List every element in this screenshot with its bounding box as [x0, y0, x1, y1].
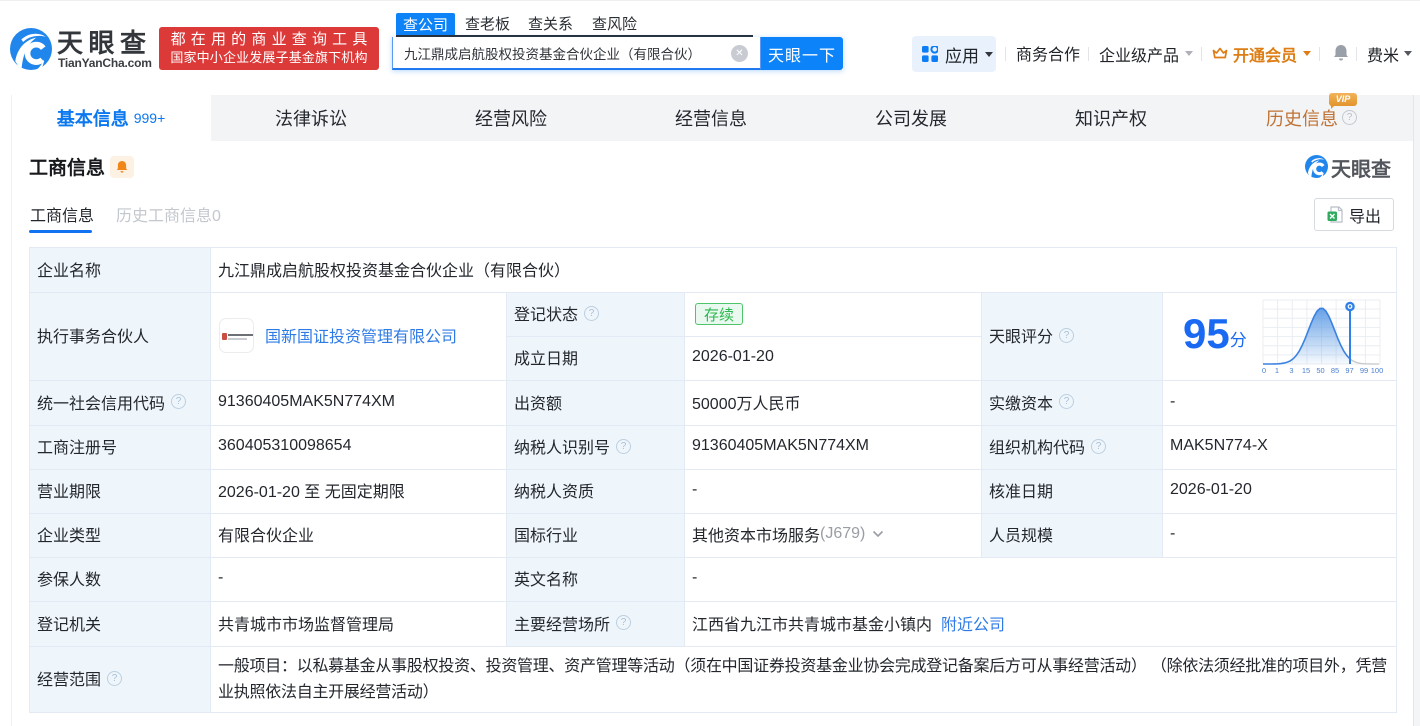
svg-text:99: 99: [1360, 366, 1368, 375]
svg-text:1: 1: [1275, 366, 1279, 375]
svg-text:50: 50: [1316, 366, 1324, 375]
svg-text:97: 97: [1345, 366, 1353, 375]
svg-text:15: 15: [1302, 366, 1310, 375]
svg-text:3: 3: [1289, 366, 1293, 375]
svg-text:85: 85: [1331, 366, 1339, 375]
svg-text:100: 100: [1371, 366, 1384, 375]
svg-text:0: 0: [1262, 366, 1266, 375]
